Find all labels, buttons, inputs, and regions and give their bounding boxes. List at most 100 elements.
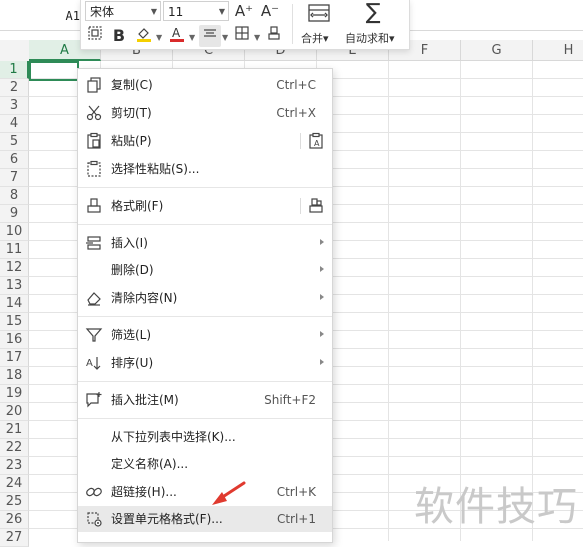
- menu-item-label: 超链接(H)...: [111, 485, 177, 499]
- menu-item-label: 从下拉列表中选择(K)...: [111, 430, 236, 444]
- chevron-down-icon[interactable]: ▼: [189, 33, 195, 42]
- mini-toolbar: 宋体 ▼ 11 ▼ A⁺ A⁻ B ▼ A ▼ ▼ ▼ 合并▾ ∑ 自动求和▾: [80, 0, 410, 50]
- row-header-19[interactable]: 19: [0, 385, 29, 403]
- menu-item-filter[interactable]: 筛选(L): [78, 322, 332, 348]
- row-header-25[interactable]: 25: [0, 493, 29, 511]
- row-header-15[interactable]: 15: [0, 313, 29, 331]
- menu-item-copy[interactable]: 复制(C) Ctrl+C: [78, 72, 332, 98]
- row-header-11[interactable]: 11: [0, 241, 29, 259]
- row-header-6[interactable]: 6: [0, 151, 29, 169]
- merge-cells-button[interactable]: 合并▾: [301, 30, 329, 46]
- merge-cells-icon[interactable]: [304, 2, 334, 24]
- paste-special-icon: [85, 160, 103, 178]
- row-header-23[interactable]: 23: [0, 457, 29, 475]
- menu-item-delete[interactable]: 删除(D): [78, 257, 332, 283]
- menu-separator: [78, 316, 332, 317]
- row-header-12[interactable]: 12: [0, 259, 29, 277]
- row-header-1[interactable]: 1: [0, 61, 29, 79]
- link-icon: [85, 483, 103, 501]
- menu-item-shortcut: Ctrl+1: [276, 512, 316, 526]
- svg-text:A: A: [86, 358, 93, 369]
- sort-icon: A: [85, 354, 103, 372]
- format-cells-icon: [85, 510, 103, 528]
- row-header-8[interactable]: 8: [0, 187, 29, 205]
- select-all-corner[interactable]: [0, 40, 30, 62]
- menu-item-paste-special[interactable]: 选择性粘贴(S)...: [78, 156, 332, 182]
- row-header-22[interactable]: 22: [0, 439, 29, 457]
- selected-cell-a1[interactable]: [29, 61, 79, 81]
- row-header-26[interactable]: 26: [0, 511, 29, 529]
- row-header-20[interactable]: 20: [0, 403, 29, 421]
- context-menu: 复制(C) Ctrl+C 剪切(T) Ctrl+X 粘贴(P) A 选择性粘贴(…: [77, 68, 333, 543]
- decrease-font-size-button[interactable]: A⁻: [259, 0, 281, 22]
- row-header-14[interactable]: 14: [0, 295, 29, 313]
- row-header-9[interactable]: 9: [0, 205, 29, 223]
- svg-text:A: A: [172, 26, 181, 40]
- menu-separator: [78, 381, 332, 382]
- row-header-16[interactable]: 16: [0, 331, 29, 349]
- menu-item-label: 格式刷(F): [111, 199, 164, 213]
- submenu-arrow-icon: [320, 266, 324, 272]
- chevron-down-icon[interactable]: ▼: [156, 33, 162, 42]
- row-header-13[interactable]: 13: [0, 277, 29, 295]
- toolbar-divider: [292, 4, 293, 44]
- chevron-down-icon[interactable]: ▼: [222, 33, 228, 42]
- autosum-button[interactable]: 自动求和▾: [345, 30, 395, 46]
- menu-item-insert[interactable]: 插入(I): [78, 230, 332, 256]
- menu-separator: [78, 224, 332, 225]
- row-header-24[interactable]: 24: [0, 475, 29, 493]
- borders-button[interactable]: [231, 25, 253, 47]
- menu-item-label: 定义名称(A)...: [111, 457, 189, 471]
- submenu-arrow-icon: [320, 359, 324, 365]
- row-header-2[interactable]: 2: [0, 79, 29, 97]
- name-box[interactable]: A1: [0, 6, 80, 26]
- fill-color-button[interactable]: [133, 25, 155, 47]
- column-header-g[interactable]: G: [461, 40, 533, 61]
- menu-item-divider: [300, 198, 301, 214]
- format-painter-multi-icon[interactable]: [307, 197, 325, 215]
- svg-text:A: A: [314, 139, 320, 148]
- row-header-17[interactable]: 17: [0, 349, 29, 367]
- menu-item-clear[interactable]: 清除内容(N): [78, 285, 332, 311]
- font-size-value: 11: [168, 5, 184, 19]
- increase-font-size-button[interactable]: A⁺: [233, 0, 255, 22]
- column-header-h[interactable]: H: [533, 40, 583, 61]
- menu-item-insert-comment[interactable]: 插入批注(M) Shift+F2: [78, 387, 332, 413]
- row-header-27[interactable]: 27: [0, 529, 29, 547]
- row-header-5[interactable]: 5: [0, 133, 29, 151]
- menu-item-shortcut: Ctrl+K: [276, 485, 316, 499]
- cell-format-icon[interactable]: [84, 25, 106, 47]
- menu-item-format-painter[interactable]: 格式刷(F): [78, 193, 332, 219]
- submenu-arrow-icon: [320, 331, 324, 337]
- menu-item-shortcut: Shift+F2: [264, 393, 316, 407]
- menu-separator: [78, 418, 332, 419]
- menu-item-cut[interactable]: 剪切(T) Ctrl+X: [78, 100, 332, 126]
- font-name-select[interactable]: 宋体 ▼: [85, 1, 161, 21]
- bold-button[interactable]: B: [108, 25, 130, 47]
- font-size-select[interactable]: 11 ▼: [163, 1, 229, 21]
- comment-icon: [85, 391, 103, 409]
- chevron-down-icon[interactable]: ▼: [254, 33, 260, 42]
- row-header-3[interactable]: 3: [0, 97, 29, 115]
- menu-item-paste[interactable]: 粘贴(P) A: [78, 128, 332, 154]
- row-header-7[interactable]: 7: [0, 169, 29, 187]
- font-name-value: 宋体: [90, 5, 115, 19]
- menu-item-pick-from-list[interactable]: 从下拉列表中选择(K)...: [78, 424, 332, 450]
- copy-icon: [85, 76, 103, 94]
- row-header-21[interactable]: 21: [0, 421, 29, 439]
- submenu-arrow-icon: [320, 294, 324, 300]
- watermark-text: 软件技巧: [414, 484, 578, 530]
- align-center-button[interactable]: [199, 25, 221, 47]
- format-painter-icon: [85, 197, 103, 215]
- autosum-icon[interactable]: ∑: [361, 2, 385, 24]
- row-header-18[interactable]: 18: [0, 367, 29, 385]
- menu-item-define-name[interactable]: 定义名称(A)...: [78, 451, 332, 477]
- paste-text-icon[interactable]: A: [307, 132, 325, 150]
- row-header-10[interactable]: 10: [0, 223, 29, 241]
- row-header-4[interactable]: 4: [0, 115, 29, 133]
- font-color-button[interactable]: A: [166, 25, 188, 47]
- format-painter-icon[interactable]: [263, 25, 285, 47]
- menu-item-sort[interactable]: A 排序(U): [78, 350, 332, 376]
- menu-item-label: 剪切(T): [111, 106, 152, 120]
- menu-item-shortcut: Ctrl+C: [276, 78, 316, 92]
